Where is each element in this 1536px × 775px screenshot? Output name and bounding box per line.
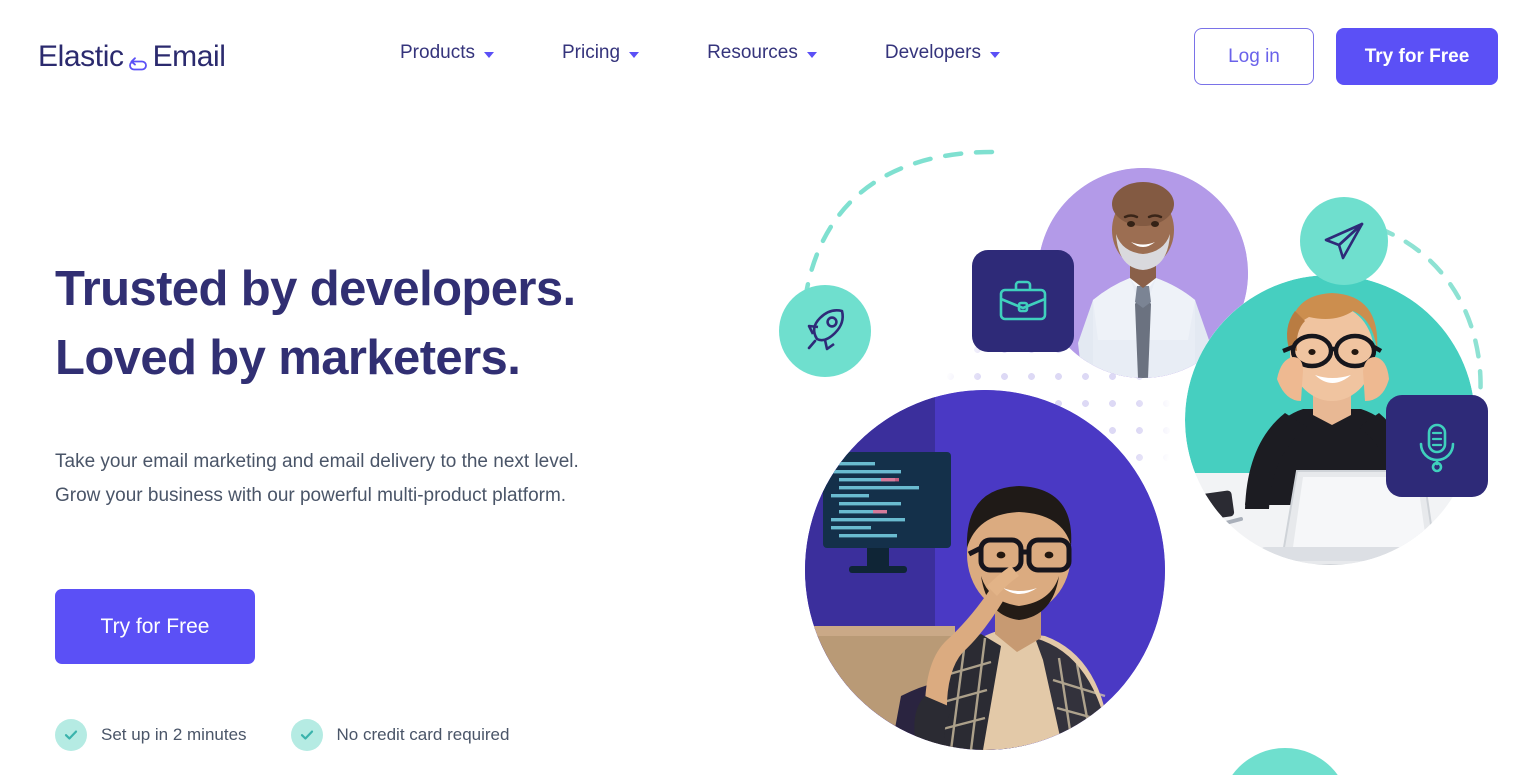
- chevron-down-icon: [806, 52, 817, 58]
- nav-item-developers[interactable]: Developers: [885, 42, 1000, 64]
- header-actions: Log in Try for Free: [1194, 28, 1498, 85]
- nav-label: Resources: [707, 42, 798, 63]
- site-header: Elastic Email Products Pricing Resources…: [0, 0, 1536, 114]
- rocket-icon-circle: [779, 285, 871, 377]
- try-for-free-button-hero[interactable]: Try for Free: [55, 589, 255, 664]
- hero-feature-list: Set up in 2 minutes No credit card requi…: [55, 719, 715, 751]
- check-icon: [290, 719, 323, 751]
- feature-label: No credit card required: [336, 725, 510, 744]
- hero-heading: Trusted by developers. Loved by marketer…: [55, 255, 715, 393]
- feature-label: Set up in 2 minutes: [101, 725, 247, 744]
- nav-item-pricing[interactable]: Pricing: [562, 42, 673, 64]
- logo-text-elastic: Elastic: [38, 40, 124, 73]
- briefcase-icon-card: [972, 250, 1074, 352]
- microphone-icon: [1419, 423, 1455, 473]
- main-navigation: Products Pricing Resources Developers: [400, 42, 1000, 64]
- nav-label: Products: [400, 42, 475, 63]
- paper-plane-icon-circle: [1300, 197, 1388, 285]
- nav-item-products[interactable]: Products: [400, 42, 528, 64]
- chevron-down-icon: [483, 52, 494, 58]
- hero-sub-line2: Grow your business with our powerful mul…: [55, 485, 567, 506]
- microphone-icon-card: [1386, 395, 1488, 497]
- hero-content: Trusted by developers. Loved by marketer…: [55, 255, 715, 751]
- briefcase-icon: [999, 280, 1047, 321]
- brand-logo[interactable]: Elastic Email: [38, 40, 226, 74]
- logo-text-email: Email: [152, 40, 226, 73]
- chevron-down-icon: [629, 52, 640, 58]
- feature-item-no-credit-card: No credit card required: [290, 719, 510, 751]
- login-button[interactable]: Log in: [1194, 28, 1314, 85]
- try-for-free-button-header[interactable]: Try for Free: [1336, 28, 1498, 85]
- check-icon: [55, 719, 87, 751]
- nav-label: Developers: [884, 42, 981, 63]
- paper-plane-icon: [1324, 222, 1364, 260]
- hero-sub-line1: Take your email marketing and email deli…: [55, 451, 579, 472]
- hero-heading-line2: Loved by marketers.: [55, 331, 521, 385]
- photo-developer-glasses-blue-circle: [805, 390, 1165, 750]
- chevron-down-icon: [990, 52, 1000, 58]
- nav-label: Pricing: [561, 42, 621, 63]
- hero-subheading: Take your email marketing and email deli…: [55, 445, 715, 513]
- rocket-icon: [807, 309, 844, 351]
- feature-item-setup: Set up in 2 minutes: [55, 719, 247, 751]
- loop-arrow-icon: [125, 49, 151, 71]
- hero-illustration: [760, 0, 1536, 775]
- hero-heading-line1: Trusted by developers.: [55, 262, 576, 316]
- nav-item-resources[interactable]: Resources: [707, 42, 851, 64]
